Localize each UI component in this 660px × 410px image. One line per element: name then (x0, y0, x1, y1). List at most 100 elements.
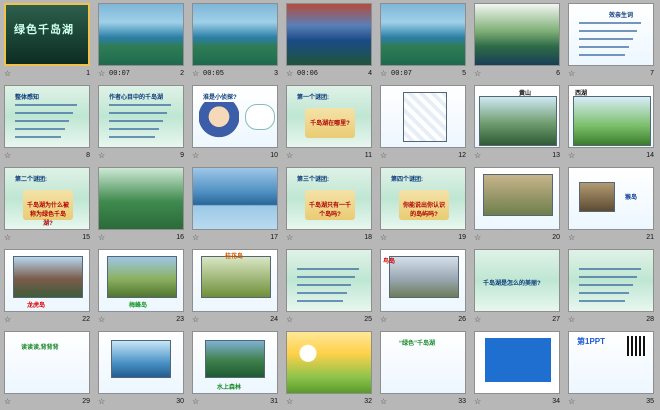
transition-star-icon[interactable]: ☆ (286, 69, 293, 78)
transition-star-icon[interactable]: ☆ (568, 69, 575, 78)
transition-star-icon[interactable]: ☆ (98, 69, 105, 78)
slide-preview[interactable] (98, 331, 184, 394)
slide-thumbnail[interactable]: ☆ 00:06 4 (285, 2, 379, 83)
transition-star-icon[interactable]: ☆ (286, 397, 293, 406)
slide-preview[interactable] (380, 85, 466, 148)
slide-preview[interactable] (474, 3, 560, 66)
slide-thumbnail[interactable]: ☆ 28 (567, 248, 660, 329)
transition-star-icon[interactable]: ☆ (192, 397, 199, 406)
transition-star-icon[interactable]: ☆ (380, 315, 387, 324)
slide-thumbnail[interactable]: 梅峰岛 ☆ 23 (97, 248, 191, 329)
slide-thumbnail[interactable]: 绿色千岛湖 ☆ 1 (3, 2, 97, 83)
transition-star-icon[interactable]: ☆ (568, 151, 575, 160)
slide-preview[interactable] (98, 167, 184, 230)
slide-preview[interactable]: 西湖 (568, 85, 654, 148)
transition-star-icon[interactable]: ☆ (474, 233, 481, 242)
transition-star-icon[interactable]: ☆ (286, 233, 293, 242)
slide-thumbnail[interactable]: 鸟岛 ☆ 26 (379, 248, 473, 329)
slide-preview[interactable] (380, 3, 466, 66)
slide-thumbnail[interactable]: 第二个谜团: 千岛湖为什么被称为绿色千岛湖? ☆ 15 (3, 166, 97, 247)
slide-thumbnail[interactable]: 整体感知 ☆ 8 (3, 84, 97, 165)
transition-star-icon[interactable]: ☆ (4, 233, 11, 242)
transition-star-icon[interactable]: ☆ (192, 69, 199, 78)
slide-preview[interactable]: 水上森林 (192, 331, 278, 394)
slide-thumbnail[interactable]: 第四个谜团: 你能说出你认识的岛屿吗? ☆ 19 (379, 166, 473, 247)
transition-star-icon[interactable]: ☆ (380, 69, 387, 78)
slide-thumbnail[interactable]: 读读读,背背背 ☆ 29 (3, 330, 97, 410)
slide-preview[interactable] (286, 249, 372, 312)
transition-star-icon[interactable]: ☆ (380, 397, 387, 406)
slide-preview[interactable]: 整体感知 (4, 85, 90, 148)
transition-star-icon[interactable]: ☆ (4, 69, 11, 78)
slide-thumbnail[interactable]: ☆ 30 (97, 330, 191, 410)
slide-thumbnail[interactable]: ☆ 6 (473, 2, 567, 83)
transition-star-icon[interactable]: ☆ (192, 233, 199, 242)
slide-thumbnail[interactable]: 淮是小侦探? ☆ 10 (191, 84, 285, 165)
slide-thumbnail[interactable]: 第1PPT ☆ 35 (567, 330, 660, 410)
transition-star-icon[interactable]: ☆ (568, 397, 575, 406)
slide-thumbnail[interactable]: ☆ 20 (473, 166, 567, 247)
slide-preview[interactable]: 黄山 (474, 85, 560, 148)
transition-star-icon[interactable]: ☆ (474, 69, 481, 78)
slide-thumbnail[interactable]: 黄山 ☆ 13 (473, 84, 567, 165)
slide-preview[interactable] (286, 3, 372, 66)
slide-preview[interactable]: 千岛湖是怎么的美丽? (474, 249, 560, 312)
transition-star-icon[interactable]: ☆ (286, 151, 293, 160)
slide-thumbnail[interactable]: ☆ 00:07 2 (97, 2, 191, 83)
slide-preview[interactable] (98, 3, 184, 66)
transition-star-icon[interactable]: ☆ (4, 397, 11, 406)
slide-preview[interactable]: 第一个谜团: 千岛湖在哪里? (286, 85, 372, 148)
slide-thumbnail[interactable]: 龙虎岛 ☆ 22 (3, 248, 97, 329)
slide-preview[interactable] (286, 331, 372, 394)
transition-star-icon[interactable]: ☆ (474, 315, 481, 324)
slide-preview[interactable] (474, 167, 560, 230)
slide-thumbnail[interactable]: 西湖 ☆ 14 (567, 84, 660, 165)
slide-preview[interactable]: 猴岛 (568, 167, 654, 230)
slide-preview[interactable]: 桂花岛 (192, 249, 278, 312)
slide-preview[interactable]: 第四个谜团: 你能说出你认识的岛屿吗? (380, 167, 466, 230)
slide-thumbnail[interactable]: ☆ 12 (379, 84, 473, 165)
slide-preview[interactable]: 第二个谜团: 千岛湖为什么被称为绿色千岛湖? (4, 167, 90, 230)
transition-star-icon[interactable]: ☆ (192, 315, 199, 324)
transition-star-icon[interactable]: ☆ (98, 315, 105, 324)
slide-preview[interactable]: 作者心目中的千岛湖 (98, 85, 184, 148)
transition-star-icon[interactable]: ☆ (286, 315, 293, 324)
transition-star-icon[interactable]: ☆ (98, 397, 105, 406)
transition-star-icon[interactable]: ☆ (380, 151, 387, 160)
slide-preview[interactable]: 梅峰岛 (98, 249, 184, 312)
slide-thumbnail[interactable]: 水上森林 ☆ 31 (191, 330, 285, 410)
transition-star-icon[interactable]: ☆ (568, 315, 575, 324)
transition-star-icon[interactable]: ☆ (98, 151, 105, 160)
transition-star-icon[interactable]: ☆ (4, 151, 11, 160)
slide-thumbnail[interactable]: ☆ 25 (285, 248, 379, 329)
slide-thumbnail[interactable]: “绿色”千岛湖 ☆ 33 (379, 330, 473, 410)
slide-thumbnail[interactable]: ☆ 00:05 3 (191, 2, 285, 83)
slide-preview[interactable]: 鸟岛 (380, 249, 466, 312)
slide-preview[interactable]: 绿色千岛湖 (4, 3, 90, 66)
slide-preview[interactable]: 第三个谜团: 千岛湖只有一千个岛吗? (286, 167, 372, 230)
transition-star-icon[interactable]: ☆ (380, 233, 387, 242)
slide-thumbnail[interactable]: 作者心目中的千岛湖 ☆ 9 (97, 84, 191, 165)
slide-preview[interactable]: 读读读,背背背 (4, 331, 90, 394)
slide-thumbnail[interactable]: ☆ 32 (285, 330, 379, 410)
slide-preview[interactable] (192, 3, 278, 66)
slide-preview[interactable]: “绿色”千岛湖 (380, 331, 466, 394)
transition-star-icon[interactable]: ☆ (4, 315, 11, 324)
slide-thumbnail[interactable]: ☆ 16 (97, 166, 191, 247)
slide-thumbnail[interactable]: 猴岛 ☆ 21 (567, 166, 660, 247)
slide-thumbnail[interactable]: 第三个谜团: 千岛湖只有一千个岛吗? ☆ 18 (285, 166, 379, 247)
transition-star-icon[interactable]: ☆ (98, 233, 105, 242)
slide-thumbnail[interactable]: ☆ 17 (191, 166, 285, 247)
transition-star-icon[interactable]: ☆ (568, 233, 575, 242)
slide-preview[interactable]: 龙虎岛 (4, 249, 90, 312)
slide-thumbnail[interactable]: ☆ 00:07 5 (379, 2, 473, 83)
slide-preview[interactable] (474, 331, 560, 394)
slide-preview[interactable]: 第1PPT (568, 331, 654, 394)
slide-thumbnail[interactable]: 千岛湖是怎么的美丽? ☆ 27 (473, 248, 567, 329)
transition-star-icon[interactable]: ☆ (474, 151, 481, 160)
slide-thumbnail[interactable]: ☆ 34 (473, 330, 567, 410)
slide-thumbnail[interactable]: 桂花岛 ☆ 24 (191, 248, 285, 329)
transition-star-icon[interactable]: ☆ (474, 397, 481, 406)
transition-star-icon[interactable]: ☆ (192, 151, 199, 160)
slide-preview[interactable]: 效亲生词 (568, 3, 654, 66)
